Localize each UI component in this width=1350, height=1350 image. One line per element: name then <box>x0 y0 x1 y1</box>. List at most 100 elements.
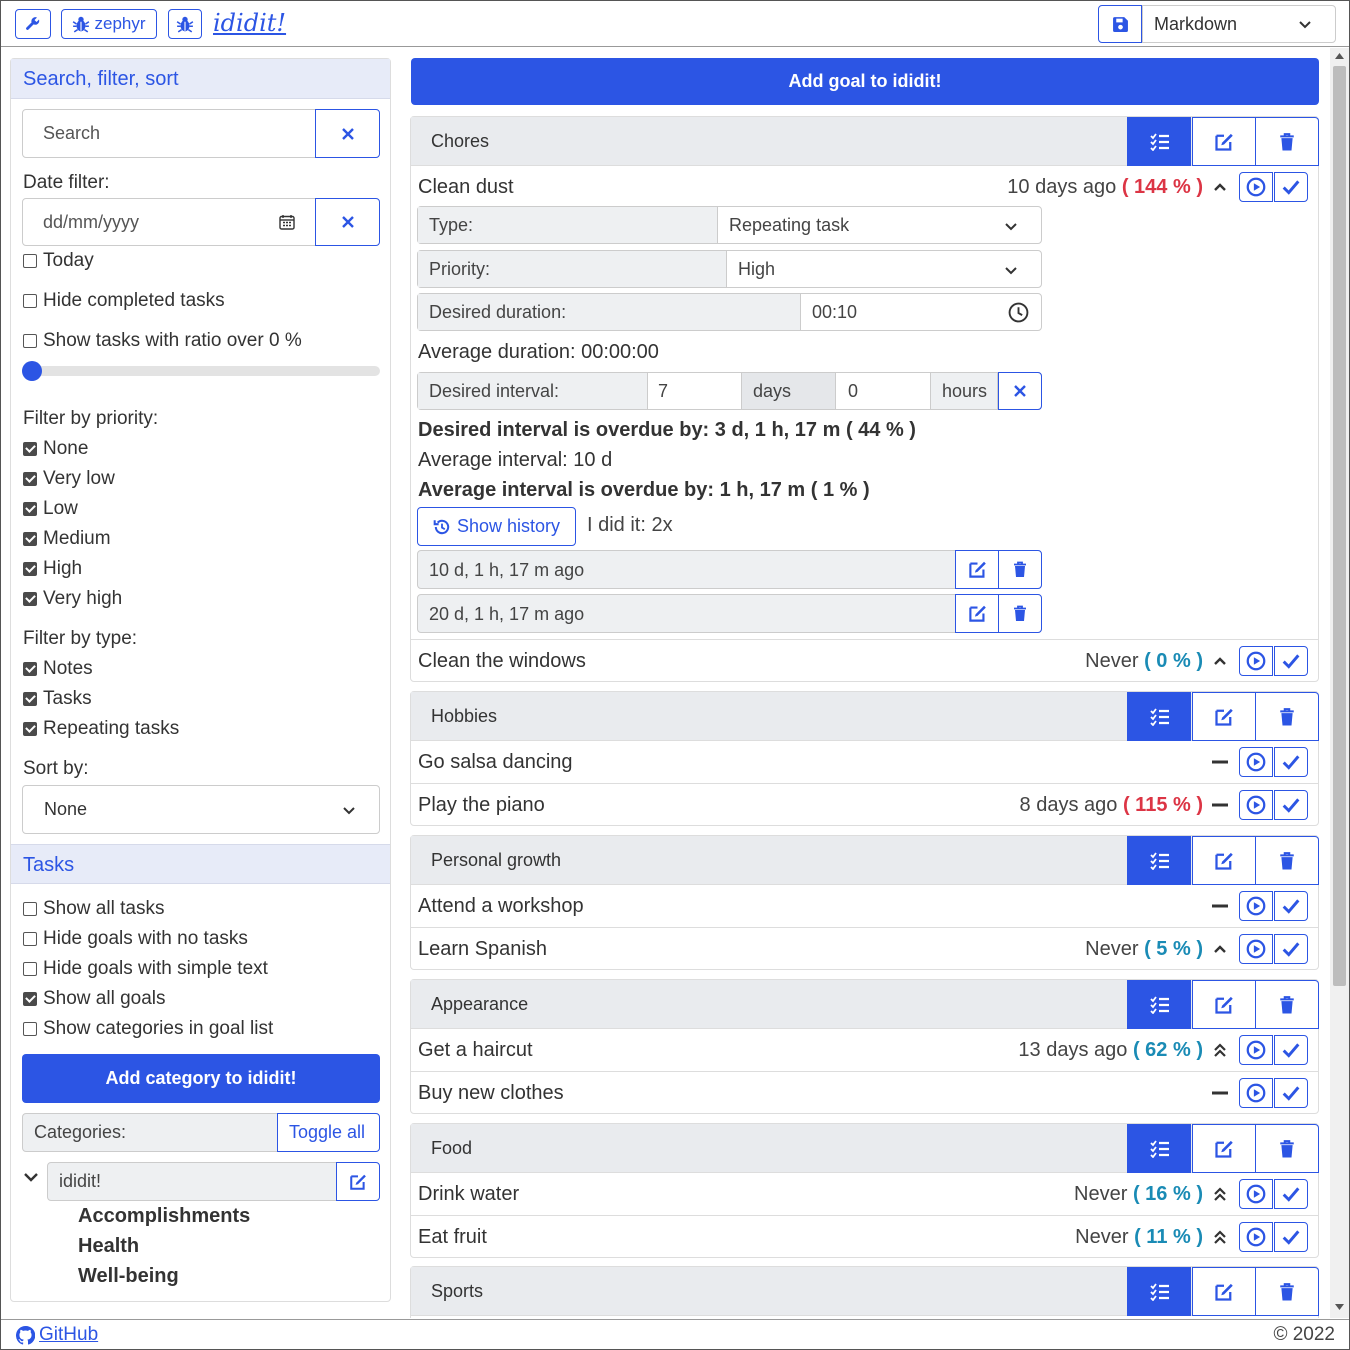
interval-hours-input[interactable]: 0 <box>848 381 858 402</box>
start-button[interactable] <box>1239 646 1273 676</box>
dash-icon[interactable] <box>1210 796 1230 814</box>
checkbox[interactable] <box>23 722 37 736</box>
clear-date-button[interactable] <box>315 198 380 246</box>
delete-category-button[interactable] <box>1255 836 1319 885</box>
complete-button[interactable] <box>1274 747 1308 777</box>
goal-name[interactable]: Drink water <box>418 1183 519 1206</box>
toggle-all-button[interactable]: Toggle all <box>277 1113 380 1152</box>
checkbox[interactable] <box>23 334 37 348</box>
list-view-button[interactable] <box>1127 1124 1191 1173</box>
edit-category-button[interactable] <box>1192 692 1256 741</box>
edit-history-button[interactable] <box>955 594 999 633</box>
start-button[interactable] <box>1239 172 1273 202</box>
goal-name[interactable]: Eat fruit <box>418 1226 487 1249</box>
clear-search-button[interactable] <box>315 109 380 158</box>
brand-logo[interactable]: ididit! <box>213 9 286 37</box>
delete-history-button[interactable] <box>998 594 1042 633</box>
checkbox[interactable] <box>23 254 37 268</box>
checkbox[interactable] <box>23 992 37 1006</box>
checkbox[interactable] <box>23 592 37 606</box>
start-button[interactable] <box>1239 1078 1273 1108</box>
checkbox[interactable] <box>23 1022 37 1036</box>
chevron-up-icon[interactable] <box>1210 178 1230 196</box>
list-view-button[interactable] <box>1127 117 1191 166</box>
ratio-checkbox[interactable]: Show tasks with ratio over 0 % <box>23 330 302 352</box>
goal-name[interactable]: Buy new clothes <box>418 1082 564 1105</box>
complete-button[interactable] <box>1274 1078 1308 1108</box>
delete-category-button[interactable] <box>1255 1124 1319 1173</box>
double-chevron-up-icon[interactable] <box>1210 1185 1230 1203</box>
type-repeating-checkbox[interactable]: Repeating tasks <box>23 718 179 740</box>
dash-icon[interactable] <box>1210 753 1230 771</box>
ratio-slider-track[interactable] <box>22 366 380 376</box>
format-select[interactable]: Markdown <box>1142 5 1336 43</box>
checkbox[interactable] <box>23 962 37 976</box>
edit-category-button[interactable] <box>1192 1267 1256 1316</box>
priority-low-checkbox[interactable]: Low <box>23 498 78 520</box>
chevron-down-icon[interactable] <box>23 1169 39 1185</box>
checkbox[interactable] <box>23 932 37 946</box>
add-category-button[interactable]: Add category to ididit! <box>22 1054 380 1103</box>
complete-button[interactable] <box>1274 891 1308 921</box>
show-categories-checkbox[interactable]: Show categories in goal list <box>23 1018 273 1040</box>
checkbox[interactable] <box>23 902 37 916</box>
start-button[interactable] <box>1239 1179 1273 1209</box>
edit-category-button[interactable] <box>1192 836 1256 885</box>
complete-button[interactable] <box>1274 934 1308 964</box>
start-button[interactable] <box>1239 790 1273 820</box>
hide-completed-checkbox[interactable]: Hide completed tasks <box>23 290 225 312</box>
edit-category-button[interactable] <box>1192 1124 1256 1173</box>
desired-duration-input[interactable]: Desired duration: 00:10 <box>417 293 1042 331</box>
checkbox[interactable] <box>23 472 37 486</box>
list-view-button[interactable] <box>1127 980 1191 1029</box>
subcategory-item[interactable]: Well-being <box>78 1265 179 1288</box>
clear-interval-button[interactable] <box>998 372 1042 410</box>
interval-days-input[interactable]: 7 <box>658 381 668 402</box>
chevron-up-icon[interactable] <box>1210 940 1230 958</box>
scrollbar-thumb[interactable] <box>1333 66 1346 986</box>
checkbox[interactable] <box>23 692 37 706</box>
github-link[interactable]: GitHub <box>16 1324 98 1346</box>
list-view-button[interactable] <box>1127 692 1191 741</box>
chevron-up-icon[interactable] <box>1210 652 1230 670</box>
show-all-goals-checkbox[interactable]: Show all goals <box>23 988 166 1010</box>
goal-name[interactable]: Clean the windows <box>418 650 586 673</box>
scroll-down-icon[interactable] <box>1335 1304 1344 1311</box>
show-history-button[interactable]: Show history <box>417 507 576 546</box>
zephyr-button[interactable]: zephyr <box>61 9 157 39</box>
scrollbar[interactable] <box>1330 48 1349 1318</box>
priority-very-high-checkbox[interactable]: Very high <box>23 588 122 610</box>
type-select[interactable]: Type: Repeating task <box>417 206 1042 244</box>
complete-button[interactable] <box>1274 790 1308 820</box>
goal-name[interactable]: Go salsa dancing <box>418 751 573 774</box>
list-view-button[interactable] <box>1127 1267 1191 1316</box>
scroll-up-icon[interactable] <box>1335 52 1344 59</box>
type-notes-checkbox[interactable]: Notes <box>23 658 93 680</box>
priority-high-checkbox[interactable]: High <box>23 558 82 580</box>
delete-history-button[interactable] <box>998 550 1042 589</box>
options-button[interactable] <box>15 9 51 39</box>
double-chevron-up-icon[interactable] <box>1210 1228 1230 1246</box>
checkbox[interactable] <box>23 532 37 546</box>
edit-category-button[interactable] <box>1192 117 1256 166</box>
edit-category-button[interactable] <box>336 1162 380 1201</box>
list-view-button[interactable] <box>1127 836 1191 885</box>
complete-button[interactable] <box>1274 646 1308 676</box>
delete-category-button[interactable] <box>1255 980 1319 1029</box>
priority-none-checkbox[interactable]: None <box>23 438 88 460</box>
add-goal-button[interactable]: Add goal to ididit! <box>411 58 1319 105</box>
checkbox[interactable] <box>23 294 37 308</box>
goal-name[interactable]: Play the piano <box>418 794 545 817</box>
delete-category-button[interactable] <box>1255 692 1319 741</box>
goal-name[interactable]: Learn Spanish <box>418 938 547 961</box>
checkbox[interactable] <box>23 562 37 576</box>
complete-button[interactable] <box>1274 172 1308 202</box>
dash-icon[interactable] <box>1210 897 1230 915</box>
delete-category-button[interactable] <box>1255 1267 1319 1316</box>
goal-name[interactable]: Clean dust <box>418 176 514 199</box>
complete-button[interactable] <box>1274 1179 1308 1209</box>
search-input[interactable]: Search <box>22 109 316 158</box>
date-input[interactable]: dd/mm/yyyy <box>22 198 316 246</box>
start-button[interactable] <box>1239 934 1273 964</box>
goal-name[interactable]: Get a haircut <box>418 1039 533 1062</box>
